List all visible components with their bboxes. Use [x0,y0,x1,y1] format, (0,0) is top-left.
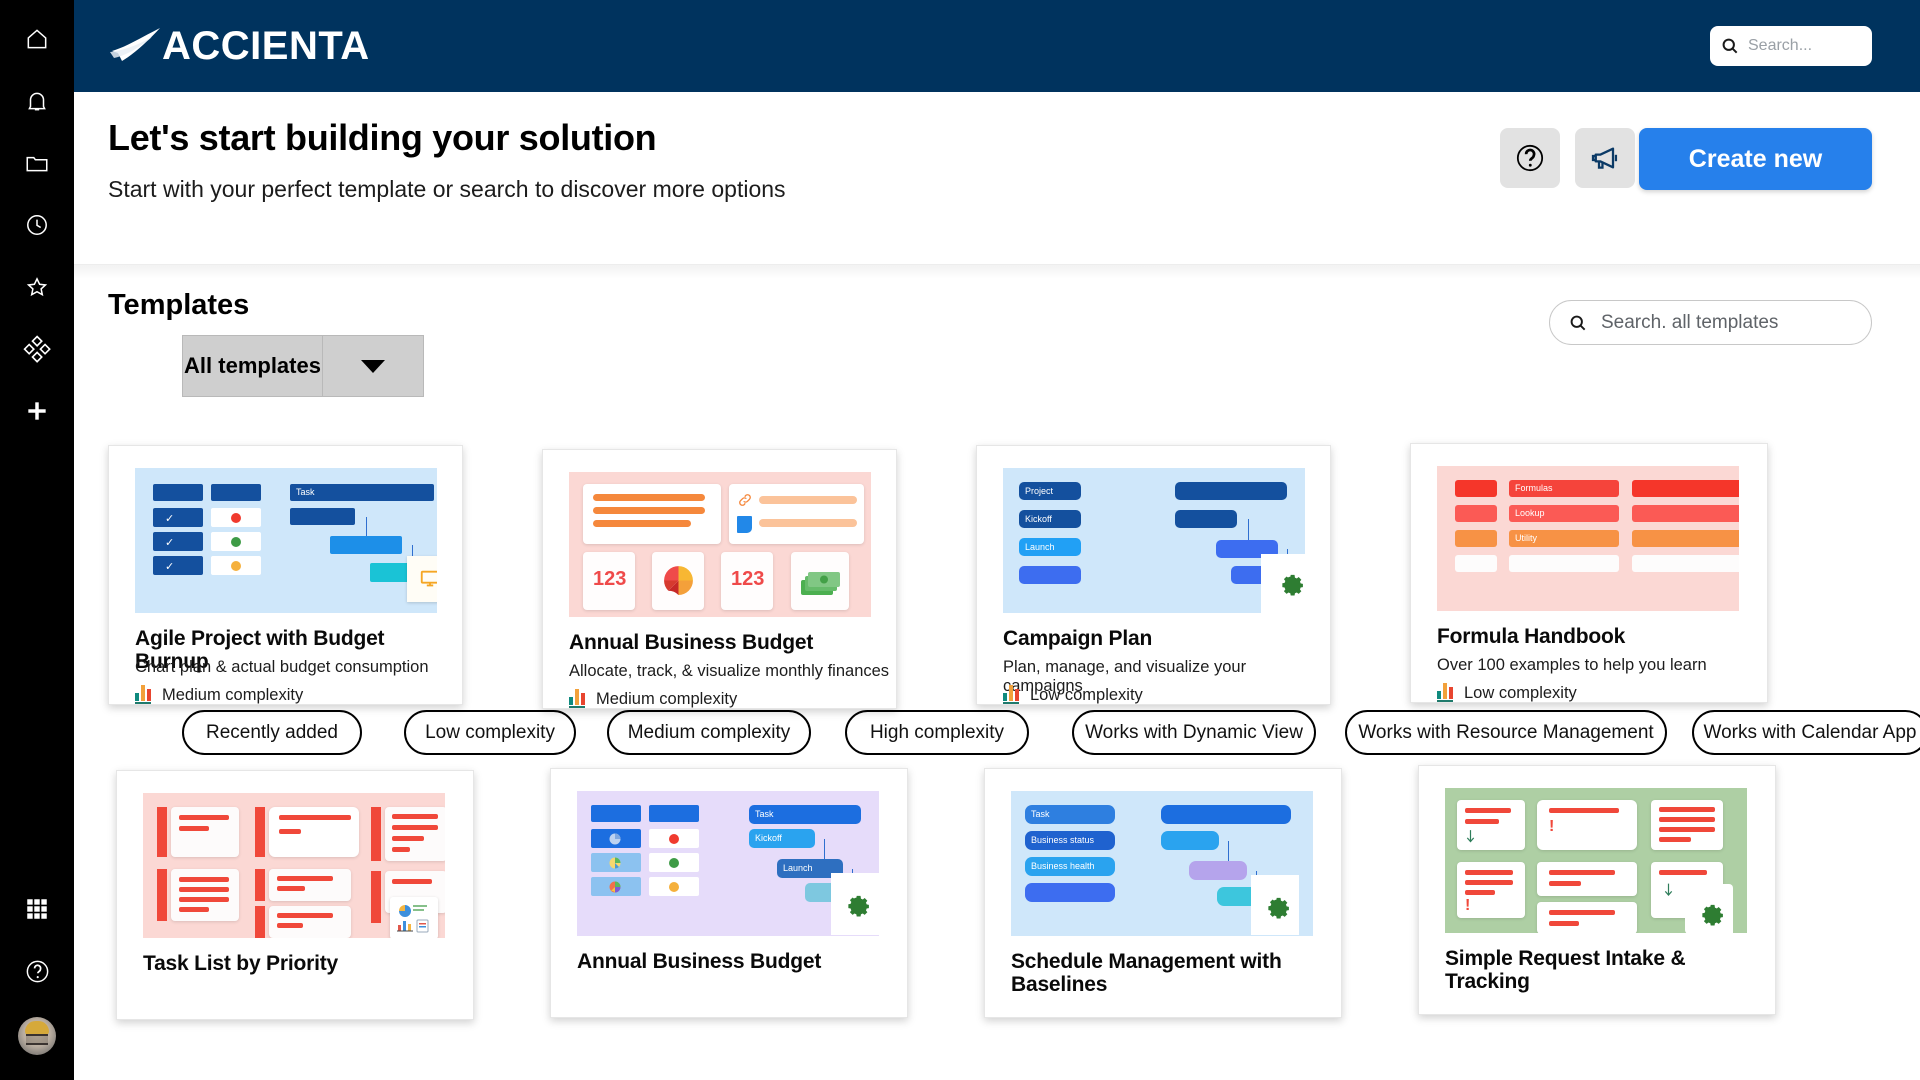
logo-swoosh-icon [110,28,160,61]
template-card[interactable]: !! Simple Request Intake & Tracking [1418,765,1776,1015]
template-thumbnail: Task Business status Business health [1011,791,1313,936]
filter-chip-works-with-dynamic-view[interactable]: Works with Dynamic View [1072,710,1316,755]
template-filter-dropdown[interactable]: All templates [182,335,322,397]
template-thumbnail: Formulas Lookup Utility [1437,466,1739,611]
template-thumbnail: ✓ ✓ ✓ Task [135,468,437,613]
global-search-placeholder: Search... [1748,37,1813,54]
hero-section: Let's start building your solution Start… [74,92,1920,264]
template-complexity-badge: Medium complexity [569,689,738,708]
rail-bottom-group [0,878,74,1064]
templates-heading: Templates [108,289,250,321]
brand-name: ACCIENTA [162,24,370,68]
template-thumbnail: !! [1445,788,1747,933]
template-complexity-badge: Low complexity [1003,685,1143,704]
template-card[interactable]: 123 123 Annual Business Budget Allocate, tr… [542,449,897,709]
avatar[interactable] [0,1002,74,1064]
global-search-input[interactable]: Search... [1710,26,1872,66]
template-card-description: Over 100 examples to help you learn [1437,656,1707,674]
search-icon [1722,38,1738,54]
template-thumbnail [143,793,445,938]
filter-chip-works-with-resource-management[interactable]: Works with Resource Management [1345,710,1667,755]
filter-chip-works-with-calendar-app[interactable]: Works with Calendar App [1692,710,1920,755]
filter-chip-low-complexity[interactable]: Low complexity [404,710,576,755]
brand-logo[interactable]: ACCIENTA [108,25,370,67]
template-complexity-badge: Medium complexity [135,685,304,704]
create-new-button[interactable]: Create new [1639,128,1872,190]
filter-chip-recently-added[interactable]: Recently added [182,710,362,755]
template-card[interactable]: Task Business status Business health Schedu… [984,768,1342,1018]
page-subtitle: Start with your perfect template or sear… [108,176,786,202]
page-title: Let's start building your solution [108,117,657,158]
template-card-description: Allocate, track, & visualize monthly fin… [569,662,890,680]
filter-chip-medium-complexity[interactable]: Medium complexity [607,710,811,755]
complexity-bars-icon [569,689,585,708]
left-rail [0,0,74,1080]
template-card-title: Simple Request Intake & Tracking [1445,947,1686,993]
complexity-label: Low complexity [1030,686,1143,704]
filter-chip-high-complexity[interactable]: High complexity [845,710,1029,755]
complexity-bars-icon [1003,685,1019,704]
announcements-button[interactable] [1575,128,1635,188]
template-complexity-badge: Low complexity [1437,683,1577,702]
solutions-icon[interactable] [0,318,74,380]
template-card-title: Formula Handbook [1437,625,1626,648]
templates-panel: Templates All templates Search. all temp… [74,264,1920,1080]
bell-icon[interactable] [0,70,74,132]
help-circle-icon [1516,144,1544,172]
template-card-title: Annual Business Budget [577,950,822,973]
apps-grid-icon[interactable] [0,878,74,940]
template-card-title: Campaign Plan [1003,627,1153,650]
top-bar: ACCIENTA Search... [74,0,1920,92]
template-thumbnail: Task Kickoff Launch [577,791,879,936]
help-button[interactable] [1500,128,1560,188]
search-icon [1570,315,1586,330]
template-card-description: Chart plan & actual budget consumption [135,658,429,676]
template-card-title: Schedule Management with Baselines [1011,950,1282,996]
plus-icon[interactable] [0,380,74,442]
clock-icon[interactable] [0,194,74,256]
template-thumbnail: 123 123 [569,472,871,617]
template-search-placeholder: Search. all templates [1601,311,1779,333]
complexity-label: Medium complexity [596,690,738,708]
template-card[interactable]: Formulas Lookup Utility Formula Handbook Ove… [1410,443,1768,703]
complexity-label: Low complexity [1464,684,1577,702]
template-card[interactable]: Task Kickoff Launch Annual Business Budget [550,768,908,1018]
template-thumbnail: Project Kickoff Launch [1003,468,1305,613]
template-card[interactable]: Project Kickoff Launch Campaign Plan Plan, m… [976,445,1331,705]
complexity-bars-icon [135,685,151,704]
chevron-down-icon[interactable] [322,335,424,397]
template-search-input[interactable]: Search. all templates [1549,300,1872,345]
template-card-title: Annual Business Budget [569,631,814,654]
template-card-title: Task List by Priority [143,952,338,975]
complexity-label: Medium complexity [162,686,304,704]
star-icon[interactable] [0,256,74,318]
help-circle-icon[interactable] [0,940,74,1002]
folder-icon[interactable] [0,132,74,194]
complexity-bars-icon [1437,683,1453,702]
template-card[interactable]: Task List by Priority [116,770,474,1020]
template-card[interactable]: ✓ ✓ ✓ Task Agile Project with Budget Burnup C… [108,445,463,705]
megaphone-icon [1591,147,1618,169]
home-icon[interactable] [0,8,74,70]
rail-top-group [0,0,74,442]
